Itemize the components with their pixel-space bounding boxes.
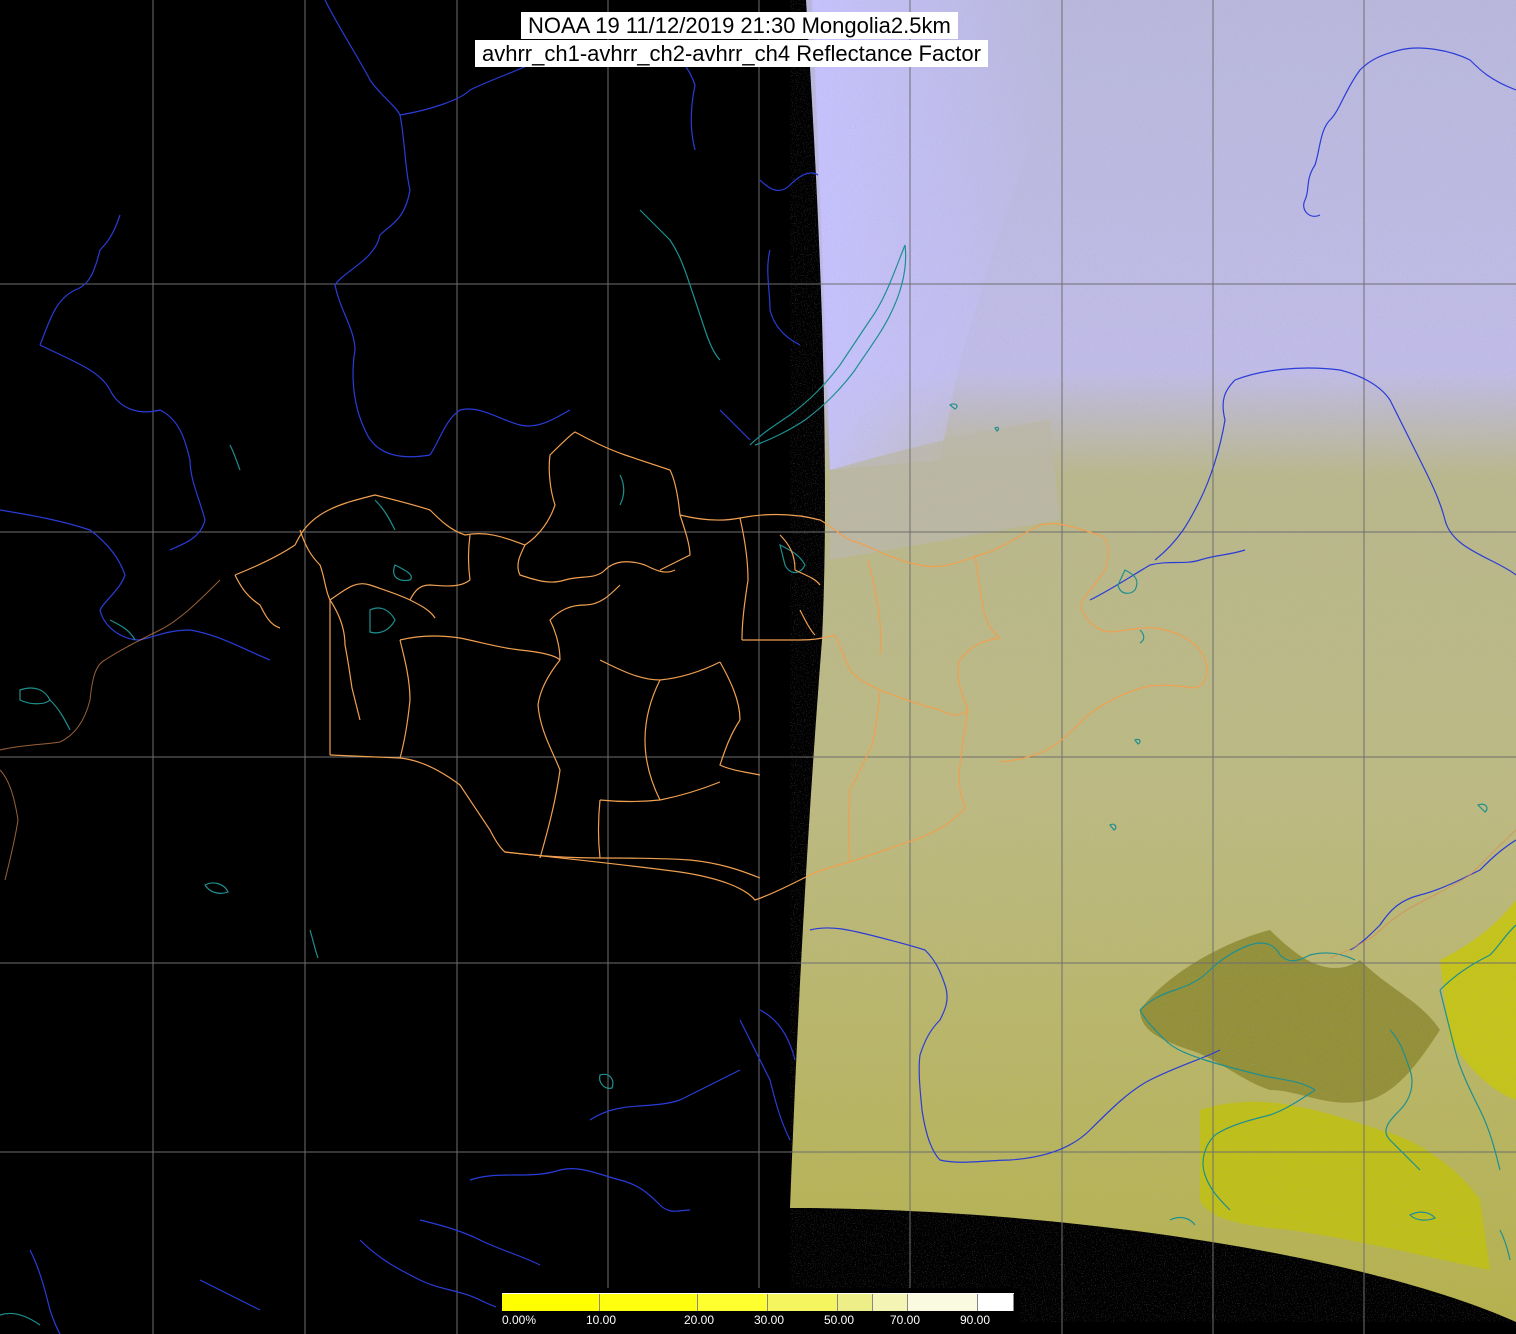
colorbar-segment (768, 1294, 838, 1311)
colorbar-label: 50.00 (824, 1313, 855, 1327)
satellite-map (0, 0, 1516, 1334)
colorbar-segment (502, 1294, 600, 1311)
colorbar-segment (908, 1294, 978, 1311)
colorbar: 0.00% 10.00 20.00 30.00 50.00 70.00 90.0… (502, 1293, 1014, 1334)
map-title-line-1: NOAA 19 11/12/2019 21:30 Mongolia2.5km (521, 12, 958, 39)
colorbar-label: 30.00 (754, 1313, 785, 1327)
colorbar-segment (600, 1294, 698, 1311)
colorbar-segment (873, 1294, 908, 1311)
colorbar-label: 90.00 (960, 1313, 991, 1327)
colorbar-gradient (502, 1293, 1014, 1311)
colorbar-label: 0.00% (502, 1313, 537, 1327)
satellite-swath (790, 0, 1516, 1322)
colorbar-segment (838, 1294, 873, 1311)
map-title-line-2: avhrr_ch1-avhrr_ch2-avhrr_ch4 Reflectanc… (475, 40, 988, 67)
colorbar-segment (698, 1294, 768, 1311)
colorbar-label: 70.00 (890, 1313, 921, 1327)
colorbar-label: 10.00 (586, 1313, 617, 1327)
colorbar-label: 20.00 (684, 1313, 715, 1327)
colorbar-segment (978, 1294, 1014, 1311)
